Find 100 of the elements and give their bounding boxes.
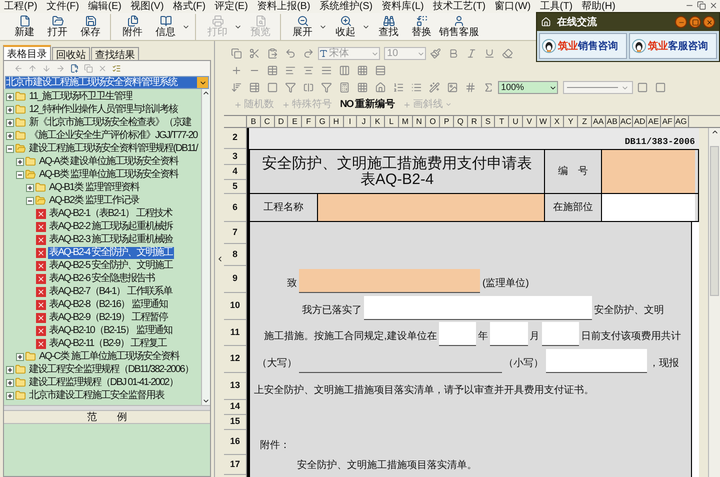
expand-icon[interactable] bbox=[6, 92, 14, 100]
tree-item[interactable]: 表AQ-B2-1（表B2-1） 工程技术 bbox=[4, 207, 201, 220]
input-field[interactable] bbox=[299, 269, 480, 293]
toolbar-button[interactable]: 附件 bbox=[116, 14, 149, 40]
column-header[interactable]: I bbox=[344, 116, 358, 127]
column-header[interactable]: L bbox=[384, 116, 399, 127]
row-header[interactable]: 6 bbox=[224, 194, 246, 222]
column-header[interactable]: C bbox=[260, 116, 275, 127]
row-header[interactable]: 4 bbox=[224, 165, 246, 180]
column-header[interactable]: B bbox=[247, 116, 261, 127]
tool-button[interactable]: NO 重新编号 bbox=[340, 97, 395, 112]
tree-item[interactable]: AQ-C类 施工单位施工现场安全资料 bbox=[4, 350, 201, 363]
menu-item[interactable]: 编辑(E) bbox=[88, 0, 122, 12]
row-header[interactable]: 14 bbox=[224, 400, 246, 415]
right-arrow-icon[interactable] bbox=[56, 64, 65, 73]
expand-icon[interactable] bbox=[16, 352, 24, 360]
checklist-icon[interactable] bbox=[112, 64, 121, 73]
column-header[interactable]: AG bbox=[674, 116, 688, 127]
column-header[interactable]: AB bbox=[606, 116, 620, 127]
column-header[interactable]: AA bbox=[592, 116, 606, 127]
menu-item[interactable]: 资料上报(B) bbox=[256, 0, 310, 12]
column-header[interactable]: U bbox=[509, 116, 523, 127]
restore-icon[interactable] bbox=[697, 1, 706, 10]
tree-item[interactable]: AQ-B2类 监理工作记录 bbox=[4, 194, 201, 207]
expand-icon[interactable] bbox=[6, 106, 14, 114]
delete-icon[interactable] bbox=[98, 64, 107, 73]
column-header[interactable]: P bbox=[440, 116, 454, 127]
tree-item[interactable]: 表AQ-B2-2 施工现场起重机械拆 bbox=[4, 220, 201, 233]
column-header[interactable]: K bbox=[371, 116, 385, 127]
consult-button[interactable]: 筑业销售咨询 bbox=[539, 33, 627, 59]
tree-item[interactable]: 北京市建设工程施工安全监督用表 bbox=[4, 389, 201, 402]
collapse-icon[interactable] bbox=[6, 144, 14, 152]
tab[interactable]: 表格目录 bbox=[3, 45, 51, 60]
tree-item[interactable]: AQ-B类 监理单位施工现场安全资料 bbox=[4, 168, 201, 181]
menu-item[interactable]: 工具(T) bbox=[540, 0, 573, 12]
tree-item[interactable]: 新《北京市施工现场安全检查表》（京建 bbox=[4, 116, 201, 129]
menu-item[interactable]: 工程(P) bbox=[4, 0, 38, 12]
tree-item[interactable]: AQ-A类 建设单位施工现场安全资料 bbox=[4, 155, 201, 168]
menu-item[interactable]: 资料库(L) bbox=[382, 0, 424, 12]
column-header[interactable]: V bbox=[522, 116, 537, 127]
input-field[interactable] bbox=[542, 322, 579, 346]
tree-item[interactable]: 建设工程安全监理规程（DB11/382-2006） bbox=[4, 363, 201, 376]
collapse-icon[interactable] bbox=[16, 170, 24, 178]
maximize-icon[interactable] bbox=[689, 16, 701, 28]
tree-item[interactable]: 表AQ-B2-9（B2-19） 工程暂停 bbox=[4, 311, 201, 324]
column-header[interactable]: S bbox=[482, 116, 496, 127]
expand-icon[interactable] bbox=[6, 118, 14, 126]
tab[interactable]: 查找结果 bbox=[91, 47, 139, 60]
tree-item[interactable]: 《施工企业安全生产评价标准》JGJ/T77-20 bbox=[4, 129, 201, 142]
system-select[interactable]: 北京市建设工程施工现场安全资料管理系统 bbox=[5, 76, 209, 89]
scrollbar[interactable] bbox=[201, 89, 210, 405]
scroll-thumb[interactable] bbox=[710, 146, 719, 296]
column-header[interactable]: Z bbox=[578, 116, 592, 127]
tree-item[interactable]: 表AQ-B2-11（B2-9） 工程复工 bbox=[4, 337, 201, 350]
tree-item[interactable]: 建设工程监理规程（DBJ 01-41-2002） bbox=[4, 376, 201, 389]
column-header[interactable]: H bbox=[330, 116, 344, 127]
expand-icon[interactable] bbox=[16, 158, 24, 166]
tree-item[interactable]: 12_特种作业操作人员管理与培训考核 bbox=[4, 103, 201, 116]
expand-icon[interactable] bbox=[6, 378, 14, 386]
toolbar-button[interactable]: 替换 bbox=[405, 14, 438, 40]
row-header[interactable]: 12 bbox=[224, 346, 246, 373]
tree-item[interactable]: 表AQ-B2-6 安全隐患报告书 bbox=[4, 272, 201, 285]
row-header[interactable]: 15 bbox=[224, 415, 246, 430]
toolbar-button[interactable]: 销售客服 bbox=[438, 14, 480, 40]
toolbar-button[interactable]: 信息 bbox=[149, 14, 182, 40]
expand-icon[interactable] bbox=[6, 392, 14, 400]
new-document-icon[interactable] bbox=[70, 64, 79, 73]
close-icon[interactable] bbox=[703, 16, 715, 28]
column-header[interactable]: M bbox=[398, 116, 413, 127]
expand-icon[interactable] bbox=[6, 132, 14, 140]
input-field[interactable] bbox=[490, 322, 528, 346]
row-header[interactable]: 11 bbox=[224, 320, 246, 346]
tree-item[interactable]: 建设工程施工现场安全资料管理规程(DB11/ bbox=[4, 142, 201, 155]
column-header[interactable]: W bbox=[536, 116, 551, 127]
tree-item[interactable]: 表AQ-B2-5 安全防护、文明施工 bbox=[4, 259, 201, 272]
column-header[interactable]: R bbox=[468, 116, 482, 127]
column-header[interactable]: AF bbox=[660, 116, 675, 127]
toolbar-button[interactable]: 打开 bbox=[41, 14, 74, 40]
menu-item[interactable]: 评定(E) bbox=[214, 0, 248, 12]
menu-item[interactable]: 窗口(W) bbox=[494, 0, 531, 12]
scrollbar[interactable] bbox=[708, 128, 720, 477]
expand-icon[interactable] bbox=[26, 184, 34, 192]
input-field[interactable] bbox=[438, 322, 476, 346]
collapse-icon[interactable] bbox=[26, 196, 34, 204]
column-header[interactable]: D bbox=[274, 116, 288, 127]
menu-item[interactable]: 技术工艺(T) bbox=[432, 0, 486, 12]
column-header[interactable]: N bbox=[412, 116, 426, 127]
tree-item[interactable]: AQ-B1类 监理管理资料 bbox=[4, 181, 201, 194]
row-header[interactable]: 7 bbox=[224, 222, 246, 244]
column-header[interactable]: AD bbox=[633, 116, 648, 127]
consult-button[interactable]: 筑业客服咨询 bbox=[629, 33, 717, 59]
row-header[interactable]: 5 bbox=[224, 180, 246, 194]
column-header[interactable]: T bbox=[495, 116, 510, 127]
column-header[interactable]: E bbox=[288, 116, 302, 127]
menu-item[interactable]: 视图(V) bbox=[130, 0, 164, 12]
toolbar-button[interactable]: 展开 bbox=[286, 14, 319, 40]
column-header[interactable]: O bbox=[426, 116, 440, 127]
copy-icon[interactable] bbox=[84, 64, 93, 73]
row-header[interactable]: 9 bbox=[224, 266, 246, 293]
tab[interactable]: 回收站 bbox=[52, 47, 90, 60]
